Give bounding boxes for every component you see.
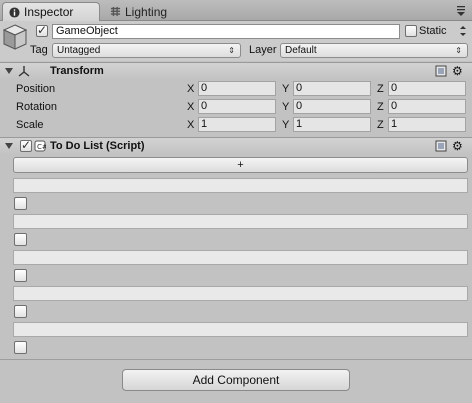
foldout-arrow-icon[interactable] — [5, 68, 13, 74]
name-field[interactable]: GameObject — [52, 24, 400, 39]
static-dropdown-icon[interactable] — [458, 25, 468, 37]
todo-item-done-checkbox[interactable] — [14, 341, 27, 354]
todo-item-text-field[interactable] — [13, 286, 468, 301]
todo-item-text-field[interactable] — [13, 322, 468, 337]
todo-item-text-field[interactable] — [13, 250, 468, 265]
tab-label: Inspector — [24, 5, 74, 19]
settings-gear-icon[interactable]: ⚙ — [452, 139, 463, 153]
position-y-field[interactable]: 0 — [293, 81, 371, 96]
component-title: To Do List (Script) — [50, 140, 145, 152]
axis-z-label[interactable]: Z — [377, 119, 384, 131]
rotation-z-field[interactable]: 0 — [388, 99, 466, 114]
scale-y-field[interactable]: 1 — [293, 117, 371, 132]
scale-z-field[interactable]: 1 — [388, 117, 466, 132]
add-item-button[interactable]: + — [13, 157, 468, 173]
transform-icon — [18, 66, 30, 77]
panel-menu-icon[interactable] — [456, 3, 466, 20]
reference-book-icon[interactable] — [435, 65, 447, 77]
active-checkbox[interactable] — [36, 23, 48, 37]
component-enabled-checkbox[interactable] — [20, 138, 32, 152]
todo-item-done-checkbox[interactable] — [14, 305, 27, 318]
tab-inspector[interactable]: Inspector — [2, 2, 100, 21]
axis-z-label[interactable]: Z — [377, 101, 384, 113]
gameobject-cube-icon — [3, 24, 27, 50]
todo-item-done-checkbox[interactable] — [14, 233, 27, 246]
tag-dropdown[interactable]: Untagged ⇕ — [52, 43, 241, 58]
static-label: Static — [419, 25, 447, 37]
foldout-arrow-icon[interactable] — [5, 143, 13, 149]
chevron-updown-icon: ⇕ — [228, 46, 235, 55]
todo-list-header[interactable]: C# To Do List (Script) ⚙ — [0, 137, 472, 155]
scale-label: Scale — [16, 119, 44, 131]
settings-gear-icon[interactable]: ⚙ — [452, 64, 463, 78]
position-z-field[interactable]: 0 — [388, 81, 466, 96]
tag-value: Untagged — [57, 45, 101, 56]
axis-z-label[interactable]: Z — [377, 83, 384, 95]
static-checkbox[interactable] — [405, 25, 417, 37]
add-component-button[interactable]: Add Component — [122, 369, 350, 391]
todo-item-done-checkbox[interactable] — [14, 269, 27, 282]
divider — [0, 359, 472, 360]
info-icon — [9, 6, 20, 18]
axis-x-label[interactable]: X — [187, 119, 194, 131]
transform-header[interactable]: Transform ⚙ — [0, 62, 472, 80]
tab-lighting[interactable]: Lighting — [104, 2, 194, 21]
tab-bar: Inspector Lighting — [0, 0, 472, 21]
tag-label: Tag — [30, 44, 48, 56]
layer-dropdown[interactable]: Default ⇕ — [280, 43, 468, 58]
layer-value: Default — [285, 45, 317, 56]
tab-label: Lighting — [125, 4, 168, 19]
position-label: Position — [16, 83, 56, 95]
reference-book-icon[interactable] — [435, 140, 447, 152]
todo-item-text-field[interactable] — [13, 178, 468, 193]
rotation-label: Rotation — [16, 101, 57, 113]
axis-y-label[interactable]: Y — [282, 101, 289, 113]
scale-x-field[interactable]: 1 — [198, 117, 276, 132]
axis-y-label[interactable]: Y — [282, 83, 289, 95]
axis-x-label[interactable]: X — [187, 83, 194, 95]
chevron-updown-icon: ⇕ — [455, 46, 462, 55]
rotation-x-field[interactable]: 0 — [198, 99, 276, 114]
axis-y-label[interactable]: Y — [282, 119, 289, 131]
script-icon: C# — [34, 140, 46, 152]
svg-text:C#: C# — [37, 143, 46, 151]
rotation-y-field[interactable]: 0 — [293, 99, 371, 114]
component-title: Transform — [50, 65, 104, 77]
position-x-field[interactable]: 0 — [198, 81, 276, 96]
axis-x-label[interactable]: X — [187, 101, 194, 113]
todo-item-text-field[interactable] — [13, 214, 468, 229]
todo-item-done-checkbox[interactable] — [14, 197, 27, 210]
layer-label: Layer — [249, 44, 277, 56]
lighting-icon — [110, 6, 121, 17]
